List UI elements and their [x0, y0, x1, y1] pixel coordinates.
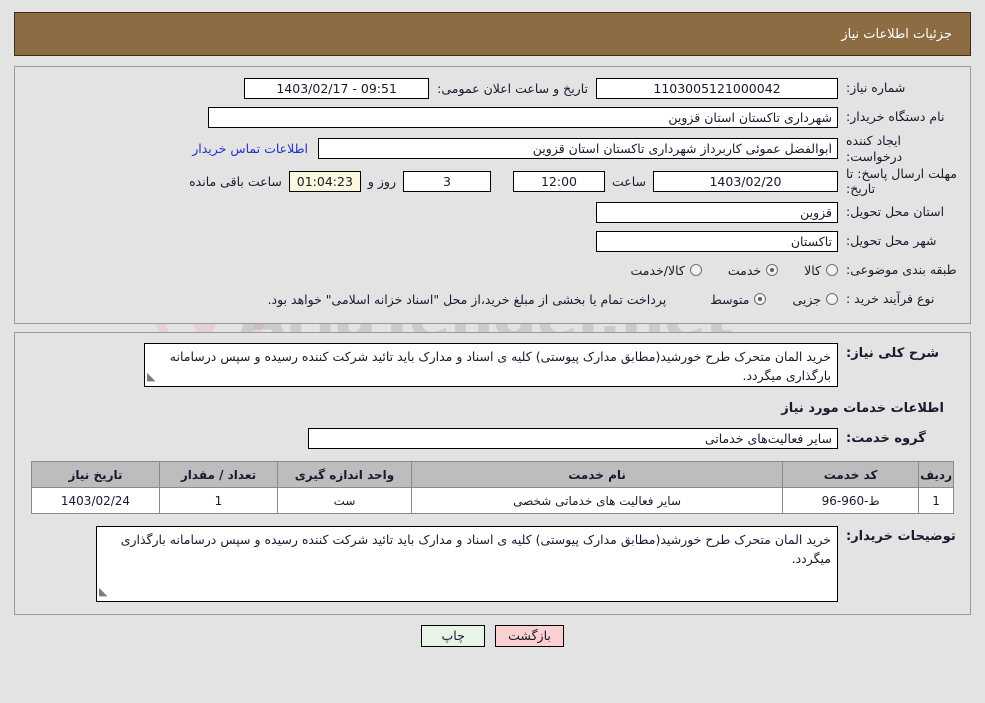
buyer-contact-link[interactable]: اطلاعات تماس خریدار: [182, 141, 318, 156]
cell-radif: 1: [918, 487, 954, 514]
category-option-label: خدمت: [727, 262, 762, 278]
radio-icon[interactable]: [826, 264, 838, 276]
purchase-process-option-label: جزیی: [792, 291, 821, 307]
category-option-kala-khedmat[interactable]: کالا/خدمت: [630, 262, 702, 278]
deadline-countdown: 01:04:23: [288, 171, 361, 193]
category-option-kala[interactable]: کالا: [804, 263, 838, 278]
cell-unit: ست: [277, 487, 412, 514]
row-service-group: گروه خدمت: سایر فعالیت‌های خدماتی: [25, 428, 960, 449]
cell-need-date: 1403/02/24: [31, 487, 160, 514]
cell-name: سایر فعالیت های خدماتی شخصی: [410, 487, 784, 514]
buyer-notes-label: توضیحات خریدار:: [846, 529, 956, 544]
col-header-qty: تعداد / مقدار: [159, 461, 278, 488]
deadline-time-field[interactable]: 12:00: [512, 171, 605, 193]
request-creator-label: ایجاد کننده درخواست:: [846, 133, 903, 164]
category-option-label: کالا/خدمت: [630, 262, 685, 278]
deadline-label: مهلت ارسال پاسخ: تا تاریخ:: [846, 166, 957, 196]
row-need-description: شرح کلی نیاز: خرید المان متحرک طرح خورشی…: [25, 343, 960, 387]
buyer-notes-textarea[interactable]: خرید المان متحرک طرح خورشید(مطابق مدارک …: [96, 526, 838, 602]
need-description-label: شرح کلی نیاز:: [846, 346, 940, 361]
cell-qty: 1: [159, 487, 278, 514]
service-items-table-wrap: ردیف کد خدمت نام خدمت واحد اندازه گیری ت…: [31, 461, 954, 514]
col-header-name: نام خدمت: [410, 461, 784, 488]
delivery-province-label: استان محل تحویل:: [846, 204, 945, 220]
row-purchase-process: نوع فرآیند خرید : جزیی متوسط پرداخت تمام…: [25, 286, 960, 312]
public-announce-label: تاریخ و ساعت اعلان عمومی:: [437, 80, 588, 96]
table-row: 1 ط-960-96 سایر فعالیت های خدماتی شخصی س…: [31, 487, 954, 514]
need-number-field[interactable]: 1103005121000042: [596, 77, 838, 99]
need-description-text: خرید المان متحرک طرح خورشید(مطابق مدارک …: [169, 349, 831, 384]
purchase-process-label: نوع فرآیند خرید :: [846, 291, 935, 307]
purchase-process-option-label: متوسط: [710, 291, 750, 307]
purchase-process-radio-group: جزیی متوسط پرداخت تمام یا بخشی از مبلغ خ…: [268, 292, 838, 307]
category-option-khedmat[interactable]: خدمت: [727, 262, 779, 278]
purchase-process-option-jozi[interactable]: جزیی: [792, 292, 838, 307]
row-request-creator: ایجاد کننده درخواست: ابوالفضل عموئی کارب…: [25, 133, 960, 164]
service-group-label: گروه خدمت:: [846, 431, 926, 446]
row-delivery-province: استان محل تحویل: قزوین: [25, 199, 960, 225]
deadline-date-field[interactable]: 1403/02/20: [653, 171, 838, 193]
payment-note: پرداخت تمام یا بخشی از مبلغ خرید،از محل …: [267, 291, 667, 307]
service-group-field[interactable]: سایر فعالیت‌های خدماتی: [308, 428, 838, 449]
col-header-unit: واحد اندازه گیری: [277, 461, 412, 488]
row-buyer-org: نام دستگاه خریدار: شهرداری تاکستان استان…: [25, 104, 960, 130]
row-need-number: شماره نیاز: 1103005121000042 تاریخ و ساع…: [25, 75, 960, 101]
delivery-province-field[interactable]: قزوین: [596, 201, 838, 223]
footer-button-bar: بازگشت چاپ: [0, 625, 985, 647]
deadline-countdown-suffix: ساعت باقی مانده: [189, 174, 282, 190]
cell-code: ط-960-96: [782, 487, 920, 514]
col-header-radif: ردیف: [918, 461, 954, 488]
table-header-row: ردیف کد خدمت نام خدمت واحد اندازه گیری ت…: [31, 461, 954, 488]
need-number-label: شماره نیاز:: [846, 80, 906, 96]
row-category: طبقه بندی موضوعی: کالا خدمت کالا/خدمت: [25, 257, 960, 283]
purchase-process-option-motavaset[interactable]: متوسط: [710, 291, 767, 307]
need-description-textarea[interactable]: خرید المان متحرک طرح خورشید(مطابق مدارک …: [144, 343, 838, 387]
deadline-days-label: روز و: [367, 174, 396, 190]
resize-grip-icon[interactable]: ◢: [99, 583, 107, 600]
category-radio-group: کالا خدمت کالا/خدمت: [604, 263, 838, 278]
buyer-notes-text: خرید المان متحرک طرح خورشید(مطابق مدارک …: [120, 532, 831, 567]
back-button[interactable]: بازگشت: [495, 625, 564, 647]
col-header-date: تاریخ نیاز: [31, 461, 160, 488]
deadline-time-label: ساعت: [611, 174, 646, 190]
radio-icon[interactable]: [689, 264, 702, 276]
service-items-table: ردیف کد خدمت نام خدمت واحد اندازه گیری ت…: [31, 461, 954, 514]
radio-icon[interactable]: [766, 264, 779, 276]
services-section-title: اطلاعات خدمات مورد نیاز: [781, 401, 944, 416]
service-info-panel: شرح کلی نیاز: خرید المان متحرک طرح خورشی…: [14, 332, 971, 615]
col-header-code: کد خدمت: [782, 461, 920, 488]
resize-grip-icon[interactable]: ◢: [147, 368, 155, 385]
deadline-days-field[interactable]: 3: [402, 171, 491, 193]
need-info-panel: شماره نیاز: 1103005121000042 تاریخ و ساع…: [14, 66, 971, 324]
row-deadline: مهلت ارسال پاسخ: تا تاریخ: 1403/02/20 سا…: [25, 167, 960, 196]
delivery-city-field[interactable]: تاکستان: [596, 230, 838, 252]
row-delivery-city: شهر محل تحویل: تاکستان: [25, 228, 960, 254]
category-option-label: کالا: [804, 262, 821, 278]
radio-icon[interactable]: [826, 293, 838, 305]
request-creator-field[interactable]: ابوالفضل عموئی کاربرداز شهرداری تاکستان …: [318, 138, 838, 160]
category-label: طبقه بندی موضوعی:: [846, 262, 957, 278]
print-button[interactable]: چاپ: [421, 625, 486, 647]
row-buyer-notes: توضیحات خریدار: خرید المان متحرک طرح خور…: [25, 526, 960, 602]
page-header: جزئیات اطلاعات نیاز: [14, 12, 971, 56]
radio-icon[interactable]: [754, 293, 767, 305]
page-title: جزئیات اطلاعات نیاز: [841, 26, 952, 42]
public-announce-field[interactable]: 09:51 - 1403/02/17: [244, 77, 430, 99]
buyer-org-label: نام دستگاه خریدار:: [846, 109, 945, 125]
buyer-org-field[interactable]: شهرداری تاکستان استان قزوین: [208, 106, 838, 128]
delivery-city-label: شهر محل تحویل:: [846, 233, 937, 249]
